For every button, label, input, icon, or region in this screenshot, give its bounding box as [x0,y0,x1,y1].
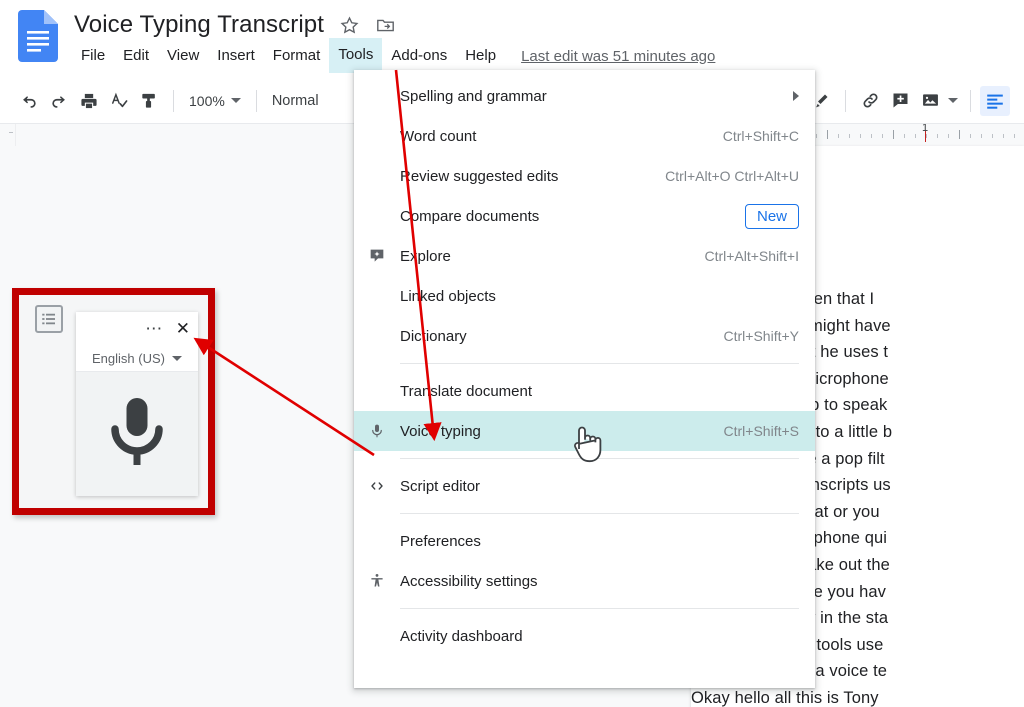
spellcheck-icon[interactable] [104,86,134,116]
zoom-value: 100% [189,93,225,109]
explore-sparkle-icon [354,248,400,264]
menu-item-label: Dictionary [400,328,712,345]
voice-typing-dialog[interactable]: ⋯ ✕ English (US) [76,312,198,496]
toolbar-divider [256,90,257,112]
insert-link-icon[interactable] [855,86,885,116]
menu-item-shortcut: Ctrl+Shift+C [711,128,799,144]
app-header: Voice Typing Transcript File Edit View I… [0,0,1024,78]
chevron-down-icon [172,356,182,361]
menu-item-word-count[interactable]: Word countCtrl+Shift+C [354,116,815,156]
voice-typing-titlebar: ⋯ ✕ [76,312,198,346]
insert-image-dropdown-icon[interactable] [945,86,961,116]
menu-help[interactable]: Help [456,43,505,69]
accessibility-icon [354,573,400,589]
document-line: Okay hello all this is Tony [691,685,1024,707]
menu-item-explore[interactable]: ExploreCtrl+Alt+Shift+I [354,236,815,276]
paint-format-icon[interactable] [134,86,164,116]
menu-insert[interactable]: Insert [208,43,264,69]
menu-item-dictionary[interactable]: DictionaryCtrl+Shift+Y [354,316,815,356]
redo-icon[interactable] [44,86,74,116]
menu-item-label: Spelling and grammar [400,88,793,105]
page-title[interactable]: Voice Typing Transcript [74,11,324,39]
menu-item-label: Accessibility settings [400,573,799,590]
menu-item-label: Translate document [400,383,799,400]
menu-view[interactable]: View [158,43,208,69]
undo-icon[interactable] [14,86,44,116]
menu-item-label: Review suggested edits [400,168,653,185]
menu-item-label: Word count [400,128,711,145]
toolbar-divider [970,90,971,112]
paragraph-style-selector[interactable]: Normal [266,93,325,109]
language-label: English (US) [92,351,165,366]
microphone-icon [102,392,172,476]
menu-item-label: Explore [400,248,692,265]
submenu-arrow-icon [793,91,799,101]
more-options-dots-icon[interactable]: ⋯ [145,324,164,334]
close-x-icon[interactable]: ✕ [176,322,190,336]
menu-item-label: Compare documents [400,208,745,225]
star-outline-icon[interactable] [338,14,360,36]
add-comment-icon[interactable] [885,86,915,116]
chevron-down-icon [231,98,241,103]
menu-separator [400,363,799,364]
menu-file[interactable]: File [72,43,114,69]
red-callout-box: ⋯ ✕ English (US) [12,288,215,515]
menu-separator [400,513,799,514]
google-docs-window: Voice Typing Transcript File Edit View I… [0,0,1024,707]
new-badge: New [745,204,799,229]
align-left-icon[interactable] [980,86,1010,116]
menu-item-label: Voice typing [400,423,712,440]
menu-item-script-editor[interactable]: Script editor [354,466,815,506]
menu-item-label: Script editor [400,478,799,495]
toolbar-divider [845,90,846,112]
menu-item-label: Linked objects [400,288,799,305]
menu-item-shortcut: Ctrl+Shift+S [712,423,799,439]
microphone-button[interactable] [76,372,198,496]
menu-item-spelling-and-grammar[interactable]: Spelling and grammar [354,76,815,116]
menu-item-shortcut: Ctrl+Alt+Shift+I [692,248,799,264]
language-selector[interactable]: English (US) [76,346,198,372]
menu-edit[interactable]: Edit [114,43,158,69]
print-icon[interactable] [74,86,104,116]
menu-tools[interactable]: Tools [329,38,382,73]
code-brackets-icon [354,478,400,494]
menu-format[interactable]: Format [264,43,330,69]
toolbar-divider [173,90,174,112]
docs-file-icon [18,10,58,62]
menu-item-linked-objects[interactable]: Linked objects [354,276,815,316]
menu-item-label: Activity dashboard [400,628,799,645]
menu-item-accessibility-settings[interactable]: Accessibility settings [354,561,815,601]
menu-item-review-suggested-edits[interactable]: Review suggested editsCtrl+Alt+O Ctrl+Al… [354,156,815,196]
menu-item-label: Preferences [400,533,799,550]
menu-item-preferences[interactable]: Preferences [354,521,815,561]
pointing-hand-cursor [568,422,604,471]
document-outline-icon[interactable] [35,305,63,333]
menu-separator [400,608,799,609]
menu-addons[interactable]: Add-ons [382,43,456,69]
last-edit-link[interactable]: Last edit was 51 minutes ago [521,48,715,65]
zoom-selector[interactable]: 100% [183,93,247,109]
insert-image-icon[interactable] [915,86,945,116]
menu-item-shortcut: Ctrl+Alt+O Ctrl+Alt+U [653,168,799,184]
menu-item-shortcut: Ctrl+Shift+Y [712,328,799,344]
menu-item-activity-dashboard[interactable]: Activity dashboard [354,616,815,656]
microphone-icon [354,423,400,439]
menu-item-translate-document[interactable]: Translate document [354,371,815,411]
tools-dropdown-menu[interactable]: Spelling and grammarWord countCtrl+Shift… [354,70,815,688]
menu-item-compare-documents[interactable]: Compare documentsNew [354,196,815,236]
toolbar-right-group [806,86,1010,116]
menu-bar: File Edit View Insert Format Tools Add-o… [72,43,715,69]
move-to-folder-icon[interactable] [374,14,396,36]
